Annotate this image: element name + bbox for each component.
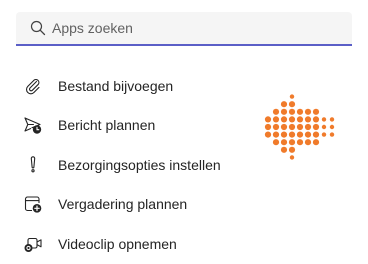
- pointer-dot: [280, 101, 288, 108]
- pointer-dot: [272, 123, 280, 131]
- pointer-dot: [304, 123, 312, 131]
- pointer-dot: [312, 108, 320, 115]
- pointer-dot: [280, 123, 288, 131]
- menu-item-label: Vergadering plannen: [58, 196, 188, 213]
- pointer-dot: [296, 123, 304, 131]
- calendar-add-icon: [23, 194, 43, 214]
- pointer-dot: [280, 131, 288, 138]
- pointer-dot: [288, 116, 296, 123]
- pointer-dot: [280, 108, 288, 115]
- search-icon: [30, 20, 46, 36]
- video-clip-icon: [23, 234, 43, 254]
- pointer-dot: [272, 108, 280, 115]
- pointer-dot: [296, 139, 304, 146]
- menu-item-label: Bezorgingsopties instellen: [58, 156, 221, 173]
- pointer-dot: [329, 117, 335, 122]
- pointer-dot: [296, 116, 304, 123]
- pointer-dot: [289, 155, 295, 160]
- search-input[interactable]: [52, 20, 332, 36]
- menu-item-record-video-clip[interactable]: Videoclip opnemen: [0, 224, 368, 264]
- apps-panel: Bestand bijvoegen Bericht plannen Bezorg…: [0, 0, 368, 264]
- pointer-dot: [288, 108, 296, 115]
- pointer-dot: [312, 116, 320, 123]
- pointer-dot: [304, 139, 312, 146]
- pointer-dot: [329, 132, 335, 137]
- send-clock-icon: [23, 115, 43, 135]
- pointer-dot: [304, 116, 312, 123]
- pointer-dot: [289, 94, 295, 99]
- pointer-dot: [312, 139, 320, 146]
- pointer-dot: [288, 146, 296, 153]
- pointer-dot: [321, 124, 327, 130]
- pointer-dot: [321, 117, 327, 122]
- pointer-dot: [288, 101, 296, 108]
- pointer-dot: [272, 131, 280, 138]
- pointer-dot: [312, 123, 320, 131]
- menu-item-label: Bericht plannen: [58, 117, 156, 134]
- pointer-dot: [288, 139, 296, 146]
- search-box[interactable]: [16, 12, 352, 46]
- menu-item-label: Bestand bijvoegen: [58, 77, 174, 94]
- menu-item-label: Videoclip opnemen: [58, 235, 177, 252]
- dotted-pointer-arrow-icon: [264, 94, 335, 160]
- pointer-dot: [280, 139, 288, 146]
- pointer-dot: [304, 131, 312, 138]
- pointer-dot: [272, 139, 280, 146]
- pointer-dot: [272, 116, 280, 123]
- pointer-dot: [280, 146, 288, 153]
- pointer-dot: [288, 131, 296, 138]
- pointer-dot: [329, 124, 335, 130]
- pointer-dot: [296, 131, 304, 138]
- pointer-dot: [296, 108, 304, 115]
- pointer-dot: [321, 132, 327, 137]
- exclamation-icon: [23, 155, 43, 175]
- pointer-dot: [264, 123, 272, 131]
- menu-item-schedule-meeting[interactable]: Vergadering plannen: [0, 185, 368, 225]
- pointer-dot: [264, 116, 272, 123]
- paperclip-icon: [23, 76, 43, 96]
- pointer-dot: [264, 131, 272, 138]
- pointer-dot: [280, 116, 288, 123]
- pointer-dot: [304, 108, 312, 115]
- pointer-dot: [312, 131, 320, 138]
- pointer-dot: [288, 123, 296, 131]
